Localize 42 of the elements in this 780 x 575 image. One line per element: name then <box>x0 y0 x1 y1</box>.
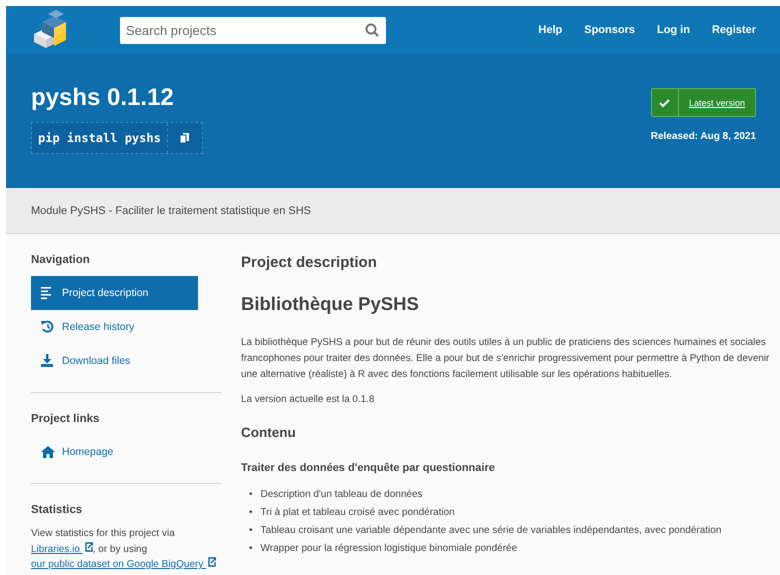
link[interactable]: our public dataset on Google BigQuery <box>31 559 216 570</box>
subsection-heading: Traiter des données d'enquête par questionnaire <box>241 462 496 474</box>
history-icon <box>41 320 55 334</box>
sidebar-heading: Project links <box>31 413 100 425</box>
sidebar-item[interactable]: Release history <box>31 310 198 344</box>
sidebar-item[interactable]: Homepage <box>31 435 198 469</box>
nav-link[interactable]: Sponsors <box>584 24 635 36</box>
link[interactable]: Libraries.io <box>31 544 93 554</box>
release-date: Released: Aug 8, 2021 <box>650 131 756 142</box>
list-item: Tableau croisant une variable dépendante avec une série de variables indépendantes, avec pondération <box>260 524 722 538</box>
bullet-marker: • <box>249 542 253 556</box>
check-icon <box>659 98 670 108</box>
list-item: Description d'un tableau de données <box>260 488 423 502</box>
nav-link[interactable]: Register <box>712 24 756 36</box>
nav-link[interactable]: Help <box>538 24 562 36</box>
list-item: Tri à plat et tableau croisé avec pondération <box>260 506 455 520</box>
latest-version-button[interactable]: Latest version <box>650 88 756 117</box>
external-link-icon <box>82 542 93 552</box>
sidebar-item[interactable]: Project description <box>31 276 198 310</box>
download-icon <box>41 354 55 368</box>
home-icon <box>41 445 55 459</box>
section-heading: Contenu <box>241 425 297 440</box>
paragraph: La bibliothèque PySHS a pour but de réunir des outils utiles à un public de praticiens des sciences humaines et sociales francophones pour traiter des données. Elle a pour but de s'enrichir progressivement pour permettre à Python de devenir une alternative (réaliste) à R avec des fonctions facilement utilisable sur les opérations habituelles. <box>241 336 770 382</box>
sidebar-heading: Navigation <box>31 254 91 266</box>
copy-icon <box>180 133 190 143</box>
section-heading: Project description <box>241 254 378 271</box>
search-field[interactable]: Search projects <box>120 16 386 44</box>
external-link-icon <box>206 557 216 567</box>
package-title: pyshs 0.1.12 <box>31 84 175 112</box>
statistics-text: View statistics for this project via Libraries.io , or by using our public dataset on Google BigQuery <box>31 526 221 572</box>
search-icon[interactable] <box>365 22 379 36</box>
sidebar-item[interactable]: Download files <box>31 344 198 378</box>
package-summary: Module PySHS - Faciliter le traitement statistique en SHS <box>31 204 312 216</box>
list-item: Wrapper pour la régression logistique binomiale pondérée <box>260 542 518 556</box>
sidebar-heading: Statistics <box>31 504 84 516</box>
bullet-marker: • <box>249 506 253 520</box>
pip-command: pip install pyshs <box>32 123 168 153</box>
bullet-marker: • <box>249 488 253 502</box>
paragraph: La version actuelle est la 0.1.8 <box>241 392 376 407</box>
description-title: Bibliothèque PySHS <box>241 293 420 315</box>
bullet-marker: • <box>249 524 253 538</box>
nav-link[interactable]: Log in <box>656 24 690 36</box>
